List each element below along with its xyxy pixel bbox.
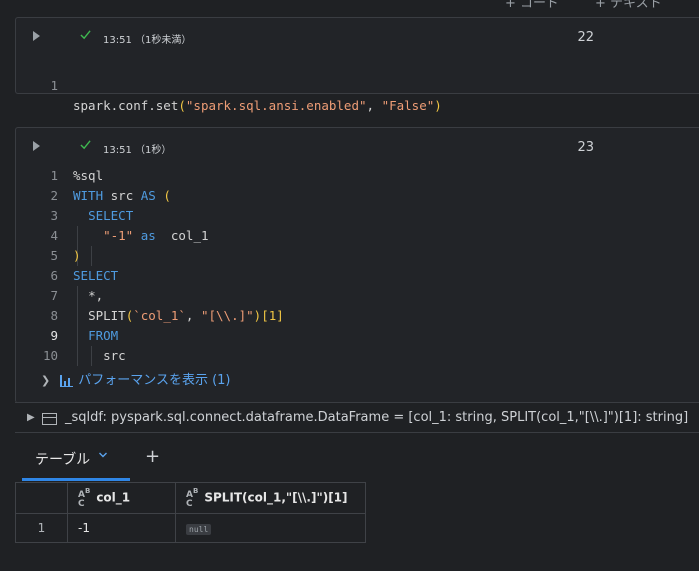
string-type-icon: AB C	[78, 487, 91, 509]
row-index: 1	[15, 513, 68, 543]
column-header-split[interactable]: AB C SPLIT(col_1,"[\\.]")[1]	[175, 482, 366, 514]
add-visualization-button[interactable]: +	[145, 446, 160, 467]
line-number: 3	[50, 208, 58, 223]
add-text-button[interactable]: + テキスト	[595, 0, 662, 11]
run-cell-icon[interactable]	[33, 31, 40, 41]
string-type-icon: AB C	[186, 487, 199, 509]
column-header-col_1[interactable]: AB Ccol_1	[67, 482, 176, 514]
code-line: SELECT	[73, 268, 119, 283]
table-cell[interactable]: null	[175, 513, 366, 543]
line-number: 4	[50, 228, 58, 243]
code-cell-22[interactable]: 13:51 （1秒未満） 22 1 spark.conf.set("spark.…	[15, 17, 699, 113]
null-badge: null	[186, 524, 212, 535]
cell-header: 13:51 （1秒未満） 22	[16, 18, 699, 56]
dataframe-summary[interactable]: ▶ _sqldf: pyspark.sql.connect.dataframe.…	[15, 402, 699, 433]
bar-chart-icon	[60, 374, 74, 387]
table-icon	[42, 413, 57, 425]
line-number: 10	[42, 348, 58, 363]
line-number: 7	[50, 288, 58, 303]
cell-status: 13:51 （1秒未満）	[103, 35, 192, 46]
code-editor[interactable]: 1 spark.conf.set("spark.sql.ansi.enabled…	[16, 56, 699, 113]
chevron-right-icon: ▶	[27, 412, 35, 423]
line-number: 8	[50, 308, 58, 323]
line-number: 2	[50, 188, 58, 203]
code-line: SPLIT(`col_1`, "[\\.]")[1]	[88, 308, 284, 323]
result-table: AB Ccol_1 AB C SPLIT(col_1,"[\\.]")[1] 1 -1…	[15, 482, 366, 543]
cell-status: 13:51 （1秒）	[103, 145, 172, 156]
code-line: )	[73, 248, 81, 263]
code-line: FROM	[88, 328, 119, 343]
line-number: 5	[50, 248, 58, 263]
line-number: 1	[50, 168, 58, 183]
add-code-button[interactable]: + コード	[505, 0, 559, 11]
check-icon	[80, 140, 91, 150]
code-line: *,	[88, 288, 104, 303]
cell-number: 22	[577, 30, 594, 45]
line-number: 6	[50, 268, 58, 283]
check-icon	[80, 30, 91, 40]
run-cell-icon[interactable]	[33, 141, 40, 151]
result-tabs: テーブル +	[15, 432, 699, 483]
code-line: "-1" as col_1	[103, 228, 209, 243]
line-number: 9	[50, 328, 58, 343]
table-cell[interactable]: -1	[67, 513, 176, 543]
code-line: %sql	[73, 168, 104, 183]
code-line: src	[103, 348, 126, 363]
cell-number: 23	[577, 140, 594, 155]
show-performance-link[interactable]: ❯ パフォーマンスを表示 (1)	[41, 371, 231, 391]
dataframe-schema: _sqldf: pyspark.sql.connect.dataframe.Da…	[65, 410, 689, 425]
code-cell-23[interactable]: 13:51 （1秒） 23 1 %sql 2 WITH src AS ( 3 SEL…	[15, 127, 699, 403]
tab-table[interactable]: テーブル	[35, 449, 90, 469]
active-tab-indicator	[22, 478, 130, 481]
code-line: WITH src AS (	[73, 188, 171, 203]
row-index-header	[15, 482, 68, 514]
table-header-row: AB Ccol_1 AB C SPLIT(col_1,"[\\.]")[1]	[15, 482, 366, 514]
cell-header: 13:51 （1秒） 23	[16, 128, 699, 166]
line-number: 1	[50, 78, 58, 93]
chevron-right-icon: ❯	[41, 374, 51, 387]
code-line: spark.conf.set("spark.sql.ansi.enabled",…	[73, 98, 442, 113]
code-line: SELECT	[88, 208, 134, 223]
chevron-down-icon[interactable]	[98, 450, 108, 460]
table-row: 1 -1 null	[15, 513, 366, 543]
notebook-toolbar: + コード + テキスト	[0, 0, 699, 11]
code-editor[interactable]: 1 %sql 2 WITH src AS ( 3 SELECT 4 "-1" as …	[16, 166, 699, 366]
